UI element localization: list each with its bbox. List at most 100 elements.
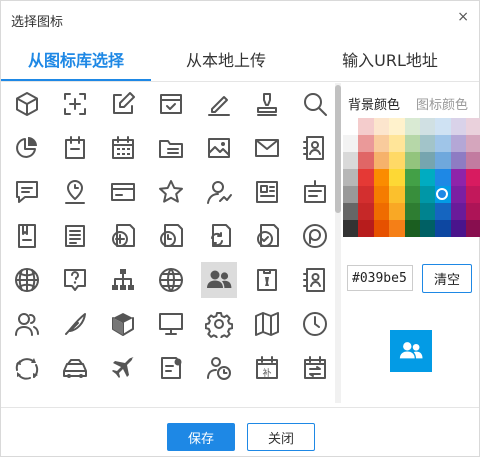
icon-option[interactable]: [105, 174, 141, 210]
icon-option[interactable]: [9, 218, 45, 254]
icon-option[interactable]: [105, 130, 141, 166]
icon-option[interactable]: [201, 306, 237, 342]
pie-chart-icon: [16, 137, 37, 158]
tab-icon-color[interactable]: 图标颜色: [416, 94, 468, 113]
icon-option[interactable]: [201, 130, 237, 166]
icon-option[interactable]: [249, 86, 285, 122]
icon-option[interactable]: [297, 350, 333, 386]
color-swatch[interactable]: [466, 152, 480, 169]
icon-picker-dialog: 选择图标 × 从图标库选择 从本地上传 输入URL地址 补 背景颜色 图标颜色 …: [0, 0, 480, 457]
icon-option[interactable]: [153, 174, 189, 210]
icon-option[interactable]: [105, 262, 141, 298]
contact-card-icon: [303, 136, 324, 160]
clear-color-button[interactable]: 清空: [422, 264, 472, 293]
location-time-icon: [65, 180, 85, 204]
icon-option[interactable]: [57, 174, 93, 210]
tab-local-upload[interactable]: 从本地上传: [151, 41, 301, 79]
icon-option[interactable]: [297, 130, 333, 166]
icon-option[interactable]: [105, 350, 141, 386]
icon-option[interactable]: [249, 218, 285, 254]
icon-option[interactable]: [297, 262, 333, 298]
calendar-supplement-icon: 补: [256, 356, 278, 379]
source-tabs: 从图标库选择 从本地上传 输入URL地址: [1, 41, 479, 82]
add-frame-icon: [64, 93, 86, 115]
icon-option[interactable]: [201, 350, 237, 386]
color-swatch[interactable]: [466, 169, 480, 186]
color-swatch[interactable]: [466, 220, 480, 237]
icon-option[interactable]: [201, 86, 237, 122]
star-icon: [159, 180, 183, 203]
icon-option[interactable]: [297, 174, 333, 210]
news-icon: [256, 181, 278, 203]
icon-option[interactable]: [9, 174, 45, 210]
icon-option[interactable]: [57, 130, 93, 166]
icon-option[interactable]: [153, 350, 189, 386]
icon-option[interactable]: [105, 86, 141, 122]
icon-option[interactable]: [105, 218, 141, 254]
icon-option[interactable]: [153, 262, 189, 298]
globe-icon: [159, 268, 183, 292]
icon-option[interactable]: [57, 262, 93, 298]
gear-icon: [205, 312, 233, 338]
color-swatch[interactable]: [466, 135, 480, 152]
svg-text:补: 补: [262, 367, 271, 379]
color-swatch[interactable]: [466, 118, 480, 135]
cube-icon: [16, 92, 38, 116]
color-panel: 背景颜色 图标颜色 #039be5 清空: [342, 82, 480, 404]
save-button[interactable]: 保存: [167, 423, 235, 451]
calendar-grid-icon: [112, 136, 134, 159]
org-chart-icon: [112, 269, 134, 290]
close-icon[interactable]: ×: [457, 9, 469, 25]
icon-option[interactable]: [153, 306, 189, 342]
box-3d-icon: [112, 313, 134, 336]
tab-icon-library[interactable]: 从图标库选择: [1, 41, 151, 81]
tab-url-input[interactable]: 输入URL地址: [301, 41, 479, 79]
icon-option[interactable]: 补: [249, 350, 285, 386]
icon-option[interactable]: [153, 86, 189, 122]
icon-option[interactable]: [57, 218, 93, 254]
icon-option[interactable]: [249, 174, 285, 210]
user-trend-icon: [207, 181, 232, 204]
icon-option[interactable]: [201, 174, 237, 210]
file-user-icon: [161, 357, 182, 379]
image-icon: [208, 138, 230, 158]
color-swatch[interactable]: [466, 186, 480, 203]
id-badge-icon: [257, 269, 277, 291]
address-book-icon: [303, 268, 325, 292]
icon-option[interactable]: [153, 218, 189, 254]
icon-preview: [390, 330, 432, 372]
credit-card-icon: [111, 183, 135, 201]
icon-option[interactable]: [153, 130, 189, 166]
scrollbar-thumb[interactable]: [335, 85, 341, 213]
icon-grid-scrollbar[interactable]: [335, 83, 341, 403]
globe-grid-icon: [15, 268, 39, 292]
pen-line-icon: [208, 96, 230, 116]
icon-option[interactable]: [9, 350, 45, 386]
feather-icon: [65, 313, 86, 335]
folder-list-icon: [159, 140, 183, 158]
color-hex-input[interactable]: #039be5: [347, 265, 413, 291]
close-button[interactable]: 关闭: [247, 423, 315, 451]
tab-background-color[interactable]: 背景颜色: [348, 94, 400, 113]
icon-option[interactable]: [57, 306, 93, 342]
users-icon: [207, 270, 232, 288]
icon-grid: 补: [1, 82, 333, 404]
icon-option[interactable]: [249, 262, 285, 298]
icon-option[interactable]: [297, 86, 333, 122]
icon-option[interactable]: [57, 86, 93, 122]
icon-option[interactable]: [297, 218, 333, 254]
icon-option[interactable]: [297, 306, 333, 342]
icon-option[interactable]: [9, 86, 45, 122]
icon-option[interactable]: [201, 218, 237, 254]
icon-option[interactable]: [105, 306, 141, 342]
icon-option[interactable]: [201, 262, 237, 298]
color-swatch[interactable]: [466, 203, 480, 220]
icon-option[interactable]: [9, 306, 45, 342]
icon-option[interactable]: [57, 350, 93, 386]
icon-option[interactable]: [9, 130, 45, 166]
book-icon: [18, 224, 36, 248]
icon-option[interactable]: [249, 306, 285, 342]
calendar-minus-icon: [65, 136, 85, 159]
icon-option[interactable]: [249, 130, 285, 166]
icon-option[interactable]: [9, 262, 45, 298]
